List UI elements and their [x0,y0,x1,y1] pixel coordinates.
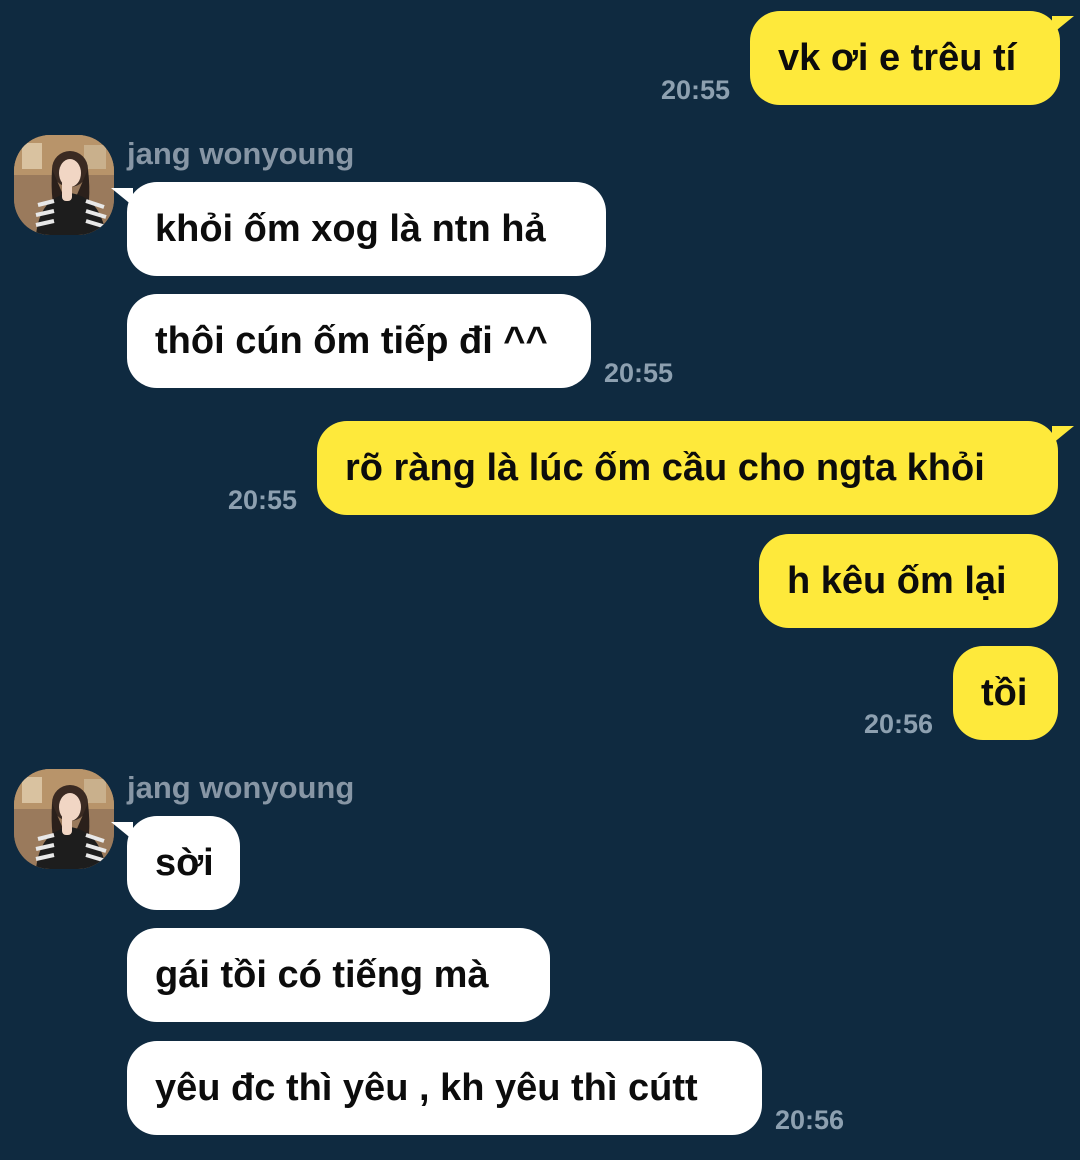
bubble-tail [111,188,133,206]
message-text: vk ơi e trêu tí [778,37,1017,79]
incoming-message[interactable]: sời [127,816,240,910]
outgoing-message[interactable]: vk ơi e trêu tí [750,11,1060,105]
message-time: 20:56 [775,1105,845,1135]
incoming-message[interactable]: thôi cún ốm tiếp đi ^^ [127,294,591,388]
bubble-tail [1052,16,1074,34]
avatar[interactable] [14,769,114,869]
outgoing-message[interactable]: h kêu ốm lại [759,534,1058,628]
bubble-tail [111,822,133,840]
message-text: khỏi ốm xog là ntn hả [155,208,546,250]
incoming-message[interactable]: khỏi ốm xog là ntn hả [127,182,606,276]
message-time: 20:56 [864,709,934,739]
message-text: thôi cún ốm tiếp đi ^^ [155,320,548,362]
message-text: sời [155,842,214,884]
incoming-message[interactable]: yêu đc thì yêu , kh yêu thì cútt [127,1041,762,1135]
message-text: tồi [981,672,1028,714]
sender-name: jang wonyoung [127,136,355,171]
message-text: h kêu ốm lại [787,560,1007,602]
message-text: rõ ràng là lúc ốm cầu cho ngta khỏi [345,447,985,489]
chat-view: vk ơi e trêu tí 20:55 jang wonyoung khỏi… [0,0,1080,1160]
sender-name: jang wonyoung [127,770,355,805]
profile-photo-icon [14,135,114,235]
message-text: yêu đc thì yêu , kh yêu thì cútt [155,1067,698,1109]
outgoing-message[interactable]: tồi [953,646,1058,740]
outgoing-message[interactable]: rõ ràng là lúc ốm cầu cho ngta khỏi [317,421,1058,515]
incoming-message[interactable]: gái tồi có tiếng mà [127,928,550,1022]
message-time: 20:55 [228,485,298,515]
message-time: 20:55 [604,358,674,388]
message-text: gái tồi có tiếng mà [155,954,489,996]
message-time: 20:55 [661,75,731,105]
bubble-tail [1052,426,1074,444]
profile-photo-icon [14,769,114,869]
avatar[interactable] [14,135,114,235]
